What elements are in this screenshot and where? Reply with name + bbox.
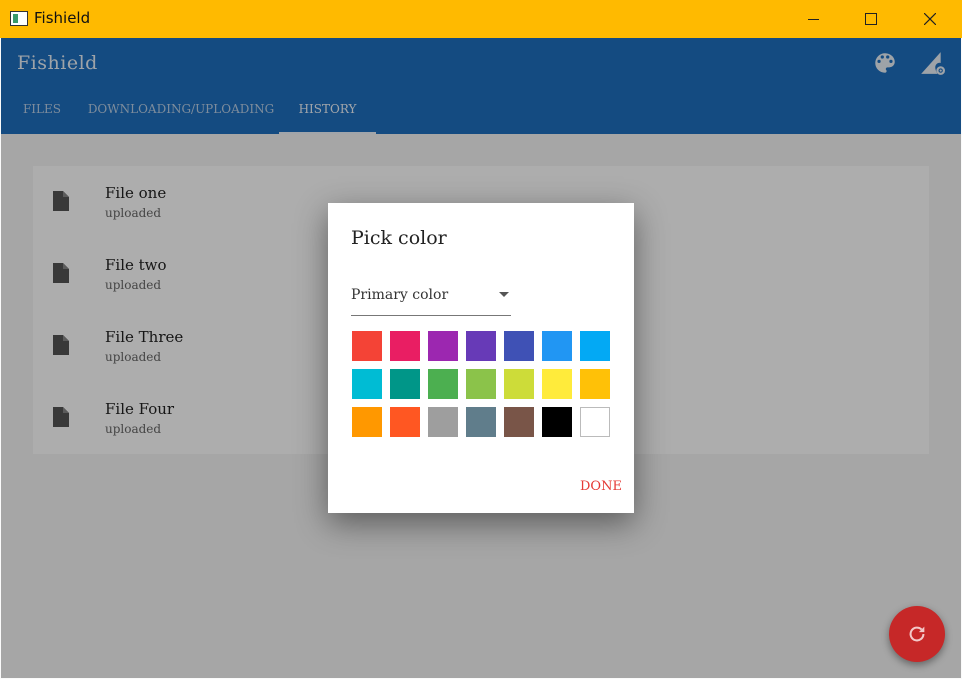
pick-color-dialog: Pick color Primary color DONE [328,203,634,513]
color-swatch[interactable] [542,407,572,437]
color-swatch[interactable] [504,331,534,361]
color-swatch[interactable] [542,331,572,361]
color-swatch[interactable] [466,369,496,399]
maximize-button[interactable] [842,0,900,38]
color-swatch[interactable] [352,369,382,399]
dropdown-arrow-icon [499,292,509,297]
window-title: Fishield [34,9,91,27]
window-app-icon [10,11,28,26]
color-swatch[interactable] [504,369,534,399]
color-swatch[interactable] [504,407,534,437]
color-swatch[interactable] [542,369,572,399]
refresh-icon [909,626,925,642]
window-titlebar: Fishield [0,0,962,38]
color-swatch[interactable] [390,369,420,399]
refresh-fab[interactable] [889,606,945,662]
color-swatch[interactable] [580,369,610,399]
color-swatch[interactable] [466,331,496,361]
color-swatch[interactable] [428,331,458,361]
color-swatch[interactable] [580,407,610,437]
color-swatch[interactable] [352,407,382,437]
minimize-icon [807,18,819,20]
select-value: Primary color [351,287,449,303]
color-swatch[interactable] [390,407,420,437]
color-swatch[interactable] [390,331,420,361]
color-swatch[interactable] [352,331,382,361]
maximize-icon [865,13,877,25]
dialog-title: Pick color [351,227,447,249]
minimize-button[interactable] [784,0,842,38]
color-type-select[interactable]: Primary color [351,285,511,316]
color-swatch[interactable] [428,369,458,399]
close-icon [924,13,936,25]
color-swatch[interactable] [428,407,458,437]
close-button[interactable] [901,0,959,38]
color-swatch[interactable] [580,331,610,361]
done-button[interactable]: DONE [580,479,622,494]
color-swatch[interactable] [466,407,496,437]
